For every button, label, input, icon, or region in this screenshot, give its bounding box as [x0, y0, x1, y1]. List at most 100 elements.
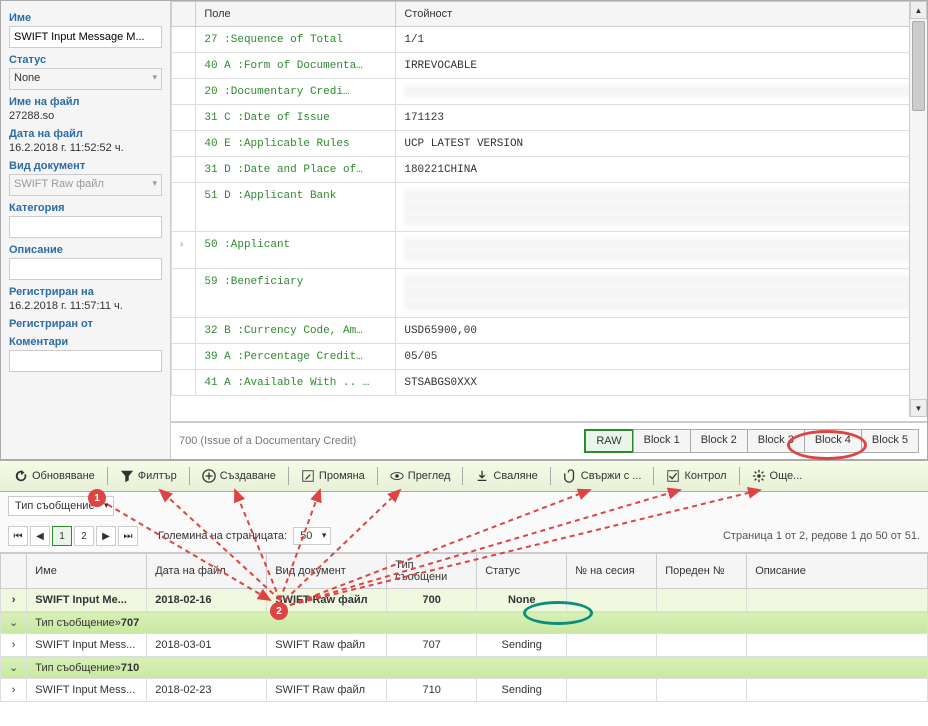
- doctype-select[interactable]: SWIFT Raw файл: [9, 174, 162, 196]
- create-button[interactable]: Създаване: [196, 466, 282, 486]
- col-filedate[interactable]: Дата на файл: [147, 554, 267, 589]
- action-toolbar: Обновяване Филтър Създаване Промяна Прег…: [0, 460, 928, 492]
- page-size-control: Големина на страницата: 50: [158, 527, 331, 545]
- category-input[interactable]: [9, 216, 162, 238]
- swift-field-row[interactable]: 31 C :Date of Issue171123: [172, 105, 927, 131]
- cell-name: SWIFT Input Me...: [27, 589, 147, 612]
- redacted-value: XXXXXXXXXXXXX: [404, 287, 918, 299]
- group-710[interactable]: ⌄ Тип съобщение»710: [1, 657, 928, 679]
- collapse-icon[interactable]: ⌄: [9, 662, 18, 674]
- view-button[interactable]: Преглед: [384, 466, 457, 486]
- swift-field-row[interactable]: 20 :Documentary Credi…XXXXXXXXXXXXX: [172, 79, 927, 105]
- swift-field-row[interactable]: 51 D :Applicant BankXXXXXXXXXXXXXXXXXXXX…: [172, 183, 927, 232]
- description-input[interactable]: [9, 258, 162, 280]
- field-tag: 20 :Documentary Credi…: [204, 86, 349, 98]
- filter-button[interactable]: Филтър: [114, 466, 183, 486]
- eye-icon: [390, 469, 404, 483]
- col-doctype[interactable]: Вид документ: [267, 554, 387, 589]
- page-prev-button[interactable]: ◀: [30, 526, 50, 546]
- field-value: 1/1: [404, 34, 424, 46]
- scroll-up-icon[interactable]: ▲: [910, 1, 927, 19]
- tab-block5[interactable]: Block 5: [861, 429, 919, 453]
- cell-status: Sending: [477, 679, 567, 702]
- cell-status: Sending: [477, 634, 567, 657]
- page-nav: ⏮ ◀ 1 2 ▶ ⏭: [8, 526, 138, 546]
- group-label: Тип съобщение»: [35, 662, 121, 674]
- link-button[interactable]: Свържи с ...: [557, 466, 648, 486]
- filedate-value: 16.2.2018 г. 11:52:52 ч.: [9, 142, 162, 154]
- control-button[interactable]: Контрол: [660, 466, 732, 486]
- tab-block3[interactable]: Block 3: [747, 429, 805, 453]
- cell-date: 2018-03-01: [147, 634, 267, 657]
- swift-field-row[interactable]: 40 E :Applicable RulesUCP LATEST VERSION: [172, 131, 927, 157]
- page-size-value: 50: [300, 530, 312, 542]
- swift-field-row[interactable]: 27 :Sequence of Total1/1: [172, 27, 927, 53]
- col-session[interactable]: № на сесия: [567, 554, 657, 589]
- page-size-dropdown[interactable]: 50: [293, 527, 331, 545]
- tab-block4[interactable]: Block 4: [804, 429, 862, 453]
- table-row[interactable]: › SWIFT Input Me... 2018-02-16 SWIFT Raw…: [1, 589, 928, 612]
- page-info: Страница 1 от 2, редове 1 до 50 от 51.: [723, 530, 920, 542]
- registered-value: 16.2.2018 г. 11:57:11 ч.: [9, 300, 162, 312]
- col-seq[interactable]: Пореден №: [657, 554, 747, 589]
- tab-block1[interactable]: Block 1: [633, 429, 691, 453]
- more-button[interactable]: Още...: [746, 466, 809, 486]
- page-2-button[interactable]: 2: [74, 526, 94, 546]
- download-button[interactable]: Сваляне: [469, 466, 543, 486]
- field-tag: 59 :Beneficiary: [204, 276, 303, 288]
- page-next-button[interactable]: ▶: [96, 526, 116, 546]
- field-value: IRREVOCABLE: [404, 60, 477, 72]
- col-status[interactable]: Статус: [477, 554, 567, 589]
- filename-label: Име на файл: [9, 96, 162, 108]
- swift-field-row[interactable]: 40 A :Form of Documenta…IRREVOCABLE: [172, 53, 927, 79]
- check-icon: [666, 469, 680, 483]
- swift-field-row[interactable]: 32 B :Currency Code, Am…USD65900,00: [172, 318, 927, 344]
- details-sidebar: Име Статус None Име на файл 27288.so Дат…: [1, 1, 171, 459]
- col-name[interactable]: Име: [27, 554, 147, 589]
- redacted-value: XXXXXXXXXXXXX: [404, 275, 918, 287]
- swift-field-row[interactable]: ›50 :ApplicantXXXXXXXXXXXXXXXXXXXXXXXXXX: [172, 232, 927, 269]
- table-row[interactable]: › SWIFT Input Mess... 2018-03-01 SWIFT R…: [1, 634, 928, 657]
- expand-icon[interactable]: ›: [12, 684, 16, 696]
- page-first-button[interactable]: ⏮: [8, 526, 28, 546]
- vertical-scrollbar[interactable]: ▲ ▼: [909, 1, 927, 417]
- scroll-down-icon[interactable]: ▼: [910, 399, 927, 417]
- col-msgtype[interactable]: Тип съобщени: [387, 554, 477, 589]
- expand-icon[interactable]: ›: [12, 594, 16, 606]
- swift-field-row[interactable]: 41 A :Available With .. …STSABGS0XXX: [172, 370, 927, 396]
- filter-icon: [120, 469, 134, 483]
- more-label: Още...: [770, 470, 803, 482]
- group-707[interactable]: ⌄ Тип съобщение»707: [1, 612, 928, 634]
- group-value: 707: [121, 617, 139, 629]
- tab-block2[interactable]: Block 2: [690, 429, 748, 453]
- expand-icon[interactable]: ›: [180, 239, 183, 250]
- field-value: 05/05: [404, 351, 437, 363]
- create-label: Създаване: [220, 470, 276, 482]
- field-tag: 32 B :Currency Code, Am…: [204, 325, 362, 337]
- status-value: None: [14, 72, 40, 84]
- collapse-icon[interactable]: ⌄: [9, 617, 18, 629]
- swift-field-row[interactable]: 31 D :Date and Place of…180221CHINA: [172, 157, 927, 183]
- edit-button[interactable]: Промяна: [295, 466, 371, 486]
- name-input[interactable]: [9, 26, 162, 48]
- category-label: Категория: [9, 202, 162, 214]
- expand-icon[interactable]: ›: [12, 639, 16, 651]
- tab-raw[interactable]: RAW: [584, 429, 633, 453]
- msgtype-filter-dropdown[interactable]: Тип съобщение: [8, 496, 114, 516]
- refresh-button[interactable]: Обновяване: [8, 466, 101, 486]
- page-1-button[interactable]: 1: [52, 526, 72, 546]
- swift-field-row[interactable]: 59 :BeneficiaryXXXXXXXXXXXXXXXXXXXXXXXXX…: [172, 269, 927, 318]
- table-row[interactable]: › SWIFT Input Mess... 2018-02-23 SWIFT R…: [1, 679, 928, 702]
- filter-row: Тип съобщение: [0, 492, 928, 520]
- col-desc[interactable]: Описание: [747, 554, 928, 589]
- messages-grid: Име Дата на файл Вид документ Тип съобще…: [0, 553, 928, 702]
- field-tag: 41 A :Available With .. …: [204, 377, 369, 389]
- redacted-value: XXXXXXXXXXXXX: [404, 299, 918, 311]
- page-last-button[interactable]: ⏭: [118, 526, 138, 546]
- comments-input[interactable]: [9, 350, 162, 372]
- status-select[interactable]: None: [9, 68, 162, 90]
- swift-field-row[interactable]: 39 A :Percentage Credit…05/05: [172, 344, 927, 370]
- scrollbar-thumb[interactable]: [912, 21, 925, 111]
- field-tag: 50 :Applicant: [204, 239, 290, 251]
- swift-detail-pane: Поле Стойност 27 :Sequence of Total1/140…: [171, 1, 927, 459]
